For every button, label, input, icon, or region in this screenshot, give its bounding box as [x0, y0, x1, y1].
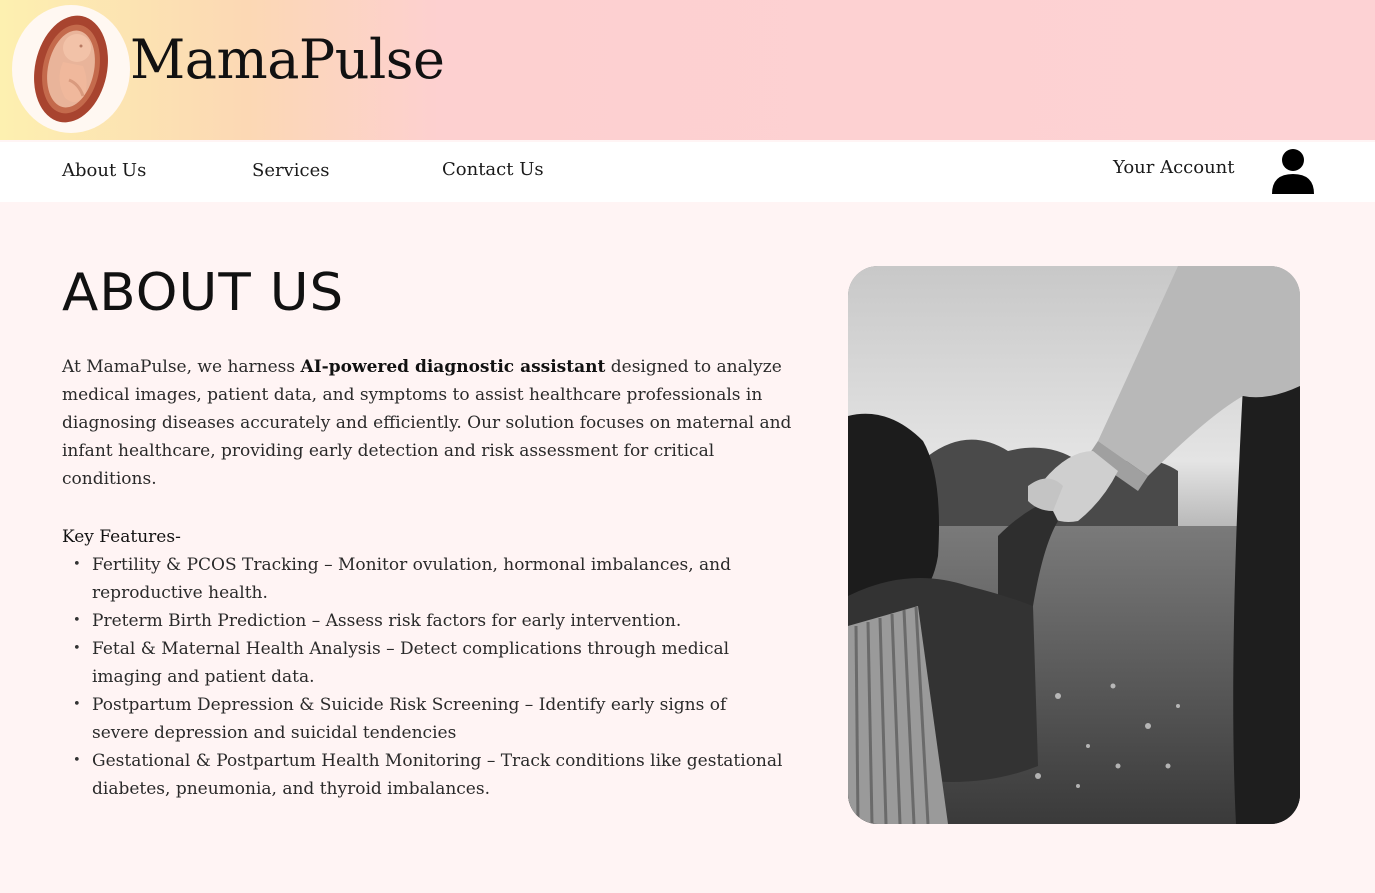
feature-item: Postpartum Depression & Suicide Risk Scr…	[62, 691, 787, 747]
about-section: ABOUT US At MamaPulse, we harness AI-pow…	[0, 202, 1375, 893]
brand-name[interactable]: MamaPulse	[130, 28, 445, 93]
feature-item: Gestational & Postpartum Health Monitori…	[62, 747, 787, 803]
fetus-logo-icon[interactable]	[12, 5, 130, 133]
feature-item: Fertility & PCOS Tracking – Monitor ovul…	[62, 551, 787, 607]
user-icon[interactable]	[1270, 146, 1316, 196]
intro-text-start: At MamaPulse, we harness	[62, 357, 301, 377]
features-list: Fertility & PCOS Tracking – Monitor ovul…	[62, 551, 787, 803]
nav-contact-us[interactable]: Contact Us	[442, 159, 544, 180]
feature-item: Fetal & Maternal Health Analysis – Detec…	[62, 635, 787, 691]
nav-your-account[interactable]: Your Account	[1113, 157, 1235, 178]
features-heading: Key Features-	[62, 527, 181, 547]
nav-about-us[interactable]: About Us	[62, 160, 146, 181]
intro-highlight: AI-powered diagnostic assistant	[300, 357, 606, 377]
page-title: ABOUT US	[62, 263, 345, 323]
site-header: MamaPulse	[0, 0, 1375, 140]
main-nav: About Us Services Contact Us Your Accoun…	[0, 142, 1375, 202]
nav-services[interactable]: Services	[252, 160, 329, 181]
feature-item: Preterm Birth Prediction – Assess risk f…	[62, 607, 787, 635]
mother-child-photo	[848, 266, 1300, 824]
intro-paragraph: At MamaPulse, we harness AI-powered diag…	[62, 353, 792, 493]
